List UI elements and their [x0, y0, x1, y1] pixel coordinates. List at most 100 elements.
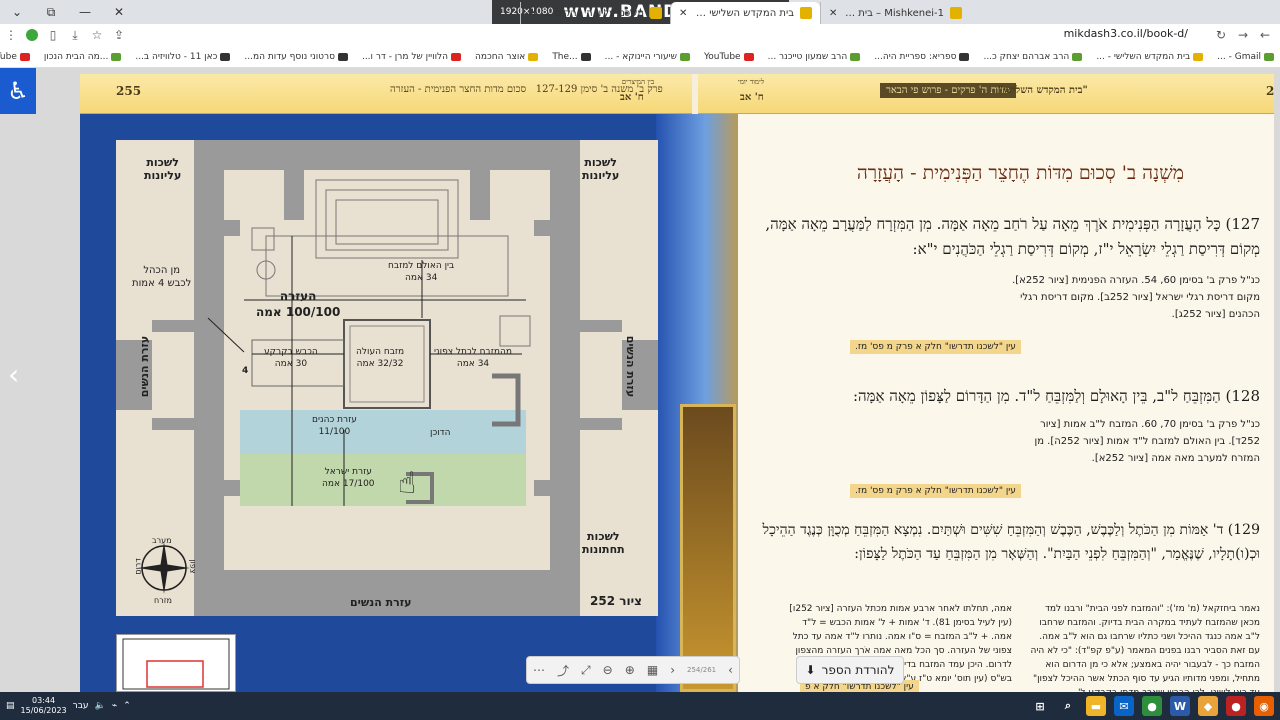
bookmark-label: Gmail - ...	[1217, 51, 1261, 62]
language-indicator[interactable]: עבר	[73, 701, 89, 711]
bookmark-item[interactable]: סרטוני נוסף עדות המ...	[244, 52, 348, 62]
clock-time: 03:44	[32, 696, 56, 705]
grid-view-icon[interactable]: ▦	[647, 663, 658, 677]
close-tab-icon[interactable]: ✕	[529, 8, 537, 19]
nav-controls: ↻ → ←	[1210, 24, 1276, 46]
bookmark-favicon-icon	[1193, 52, 1204, 61]
browser-tab[interactable]: Mishkenei-1 – בית המקדש השלישי ✕	[820, 2, 970, 24]
bookmark-item[interactable]: שיעורי היינוקא - ...	[605, 52, 690, 62]
notifications-icon[interactable]: ▤	[6, 701, 15, 711]
right-header-box: מדות ה' פרקים - פרוש פי הבאר	[880, 83, 1016, 98]
bookmark-item[interactable]: בית המקדש השלישי - ...	[1096, 52, 1204, 62]
tray-overflow-icon[interactable]: ⌃	[123, 701, 131, 711]
bookmark-item[interactable]: Gmail - ...	[1217, 52, 1274, 62]
bookmark-favicon-icon	[743, 52, 754, 61]
mishna-128: 128) הַמִּזְבֵּחַ ל"ב, בֵּין הָאוּלָם וְ…	[852, 387, 1260, 405]
explorer-icon[interactable]: ▬	[1086, 696, 1106, 716]
ref-tag-127: עין "לשכנו תדרשו" חלק א פרק מ פס' מז.	[850, 340, 1021, 354]
url-field[interactable]: mikdash3.co.il/book-d/	[1064, 27, 1188, 40]
map-label-ulam: בין האולם למזבח 34 אמה	[388, 261, 455, 283]
map-label-top-right: לשכות עליונות	[582, 156, 620, 182]
record-icon[interactable]: ●	[1226, 696, 1246, 716]
compass-east: מזרח	[154, 596, 172, 605]
bookmark-label: הרב אברהם יצחק כ...	[983, 51, 1070, 62]
prev-page-arrow-icon[interactable]: ‹	[8, 358, 19, 391]
bookmark-item[interactable]: אוצר החכמה	[475, 51, 539, 62]
close-tab-icon[interactable]: ✕	[679, 8, 687, 19]
word-icon[interactable]: W	[1170, 696, 1190, 716]
download-book-button[interactable]: להורדת הספר ⬇	[796, 656, 904, 684]
more-icon[interactable]: ⋯	[533, 663, 545, 677]
tab-title: Mishkenei-1 – בית המקדש השלישי	[841, 7, 944, 19]
right-header-small: לימוד יומי	[737, 78, 765, 86]
bookmark-favicon-icon	[959, 52, 970, 61]
bookmark-favicon-icon	[1072, 52, 1083, 61]
zoom-in-icon[interactable]: ⊕	[625, 663, 635, 677]
start-icon[interactable]: ⊞	[1030, 696, 1050, 716]
browser-tab[interactable]: משכני עליון ה פרקים פרק ג משנה ✕	[520, 2, 670, 24]
profile-avatar[interactable]	[26, 29, 38, 41]
download-icon[interactable]: ⤓	[64, 24, 86, 46]
network-icon[interactable]: ⌁	[112, 701, 117, 711]
reload-icon[interactable]: ↻	[1210, 24, 1232, 46]
bookmark-favicon-icon	[337, 52, 348, 61]
firefox-icon[interactable]: ◉	[1254, 696, 1274, 716]
menu-dots-icon[interactable]: ⋮	[0, 24, 22, 46]
bookmark-item[interactable]: הרב שמעון טייכנר ...	[768, 52, 861, 62]
clock-date: 15/06/2023	[20, 706, 67, 715]
zoom-out-icon[interactable]: ⊖	[603, 663, 613, 677]
close-tab-icon[interactable]: ✕	[829, 8, 837, 19]
back-icon[interactable]: ←	[1254, 24, 1276, 46]
bookmark-label: אוצר החכמה	[475, 51, 526, 62]
chrome-icon[interactable]: ●	[1142, 696, 1162, 716]
sidepanel-icon[interactable]: ▯	[42, 24, 64, 46]
bookmark-label: הרב שמעון טייכנר ...	[767, 51, 848, 62]
accessibility-icon[interactable]: ♿	[0, 68, 36, 114]
ref-tag-128: עין "לשכנו תדרשו" חלק א פרק מ פס' מז.	[850, 484, 1021, 498]
book-spread: 255 פרק ב' משנה ב' סימן 127-129 סכום מדו…	[80, 74, 1274, 698]
close-window-icon[interactable]: ✕	[102, 0, 136, 24]
restore-icon[interactable]: ⧉	[34, 0, 68, 24]
volume-icon[interactable]: 🔈	[95, 701, 106, 711]
browser-tab[interactable]: בית המקדש השלישי – Book-D ✕	[670, 2, 820, 24]
bookmark-item[interactable]: ספריא: ספריית היה...	[874, 52, 970, 62]
bookmark-item[interactable]: YouTube	[0, 52, 30, 62]
app-icon-1[interactable]: ◆	[1198, 696, 1218, 716]
tab-search-icon[interactable]: ⌄	[0, 0, 34, 24]
bookmark-favicon-icon	[580, 52, 591, 61]
right-page: מִשְׁנָה ב' סְכוּם מִדּוֹת הֶחָצֵר הַפְּ…	[738, 114, 1274, 698]
right-page-header: לימוד יומי ח' אב מדות ה' פרקים - פרוש פי…	[698, 74, 1274, 114]
bookmark-item[interactable]: ...מה הבית הנכון	[44, 52, 122, 62]
prev-page-icon[interactable]: ‹	[728, 663, 733, 677]
bookmark-star-icon[interactable]: ☆	[86, 24, 108, 46]
bookmark-favicon-icon	[528, 52, 539, 61]
bookmark-favicon-icon	[680, 52, 690, 61]
mail-icon[interactable]: ✉	[1114, 696, 1134, 716]
left-header-month: ח' אב	[620, 92, 644, 103]
bookmark-item[interactable]: YouTube	[704, 52, 754, 62]
map-label-kohanim: עזרת כהנים 11/100	[312, 415, 357, 437]
clock[interactable]: 03:44 15/06/2023	[21, 696, 67, 716]
map-label-four: 4	[242, 366, 249, 376]
share-icon[interactable]: ⇪	[108, 24, 130, 46]
next-page-icon[interactable]: ›	[670, 663, 675, 677]
hand-cursor-icon: ☝	[398, 466, 417, 501]
map-label-left-side: עזרת הנשים	[138, 335, 152, 398]
map-label-yisrael: עזרת ישראל 17/100 אמה	[322, 467, 375, 489]
bookmark-favicon-icon	[1264, 52, 1274, 61]
system-tray: ▤ 03:44 15/06/2023 עבר 🔈 ⌁ ⌃	[6, 692, 131, 720]
bookmark-favicon-icon	[850, 52, 861, 61]
share-pdf-icon[interactable]: ⤴	[557, 662, 569, 679]
taskbar-apps: ⊞ ⌕ ▬ ✉ ● W ◆ ● ◉	[1030, 692, 1274, 720]
bookmark-item[interactable]: הרב אברהם יצחק כ...	[983, 51, 1083, 62]
search-icon[interactable]: ⌕	[1058, 696, 1078, 716]
fullscreen-icon[interactable]: ⤢	[581, 663, 591, 678]
commentary-right: נאמר ביחזקאל (מ' מז'): "והמזבח לפני הבית…	[1030, 604, 1260, 698]
minimize-icon[interactable]: —	[68, 0, 102, 24]
bookmark-item[interactable]: כאן 11 - טלוויזיה ב...	[135, 52, 231, 62]
bookmark-item[interactable]: ...The	[552, 52, 591, 62]
forward-icon[interactable]: →	[1232, 24, 1254, 46]
bookmark-item[interactable]: הלוויין של מרן - דר ו...	[361, 51, 462, 62]
map-label-heichal: מן הכהל לכבש 4 אמות	[132, 265, 192, 289]
bookmark-label: הלוויין של מרן - דר ו...	[361, 51, 449, 62]
